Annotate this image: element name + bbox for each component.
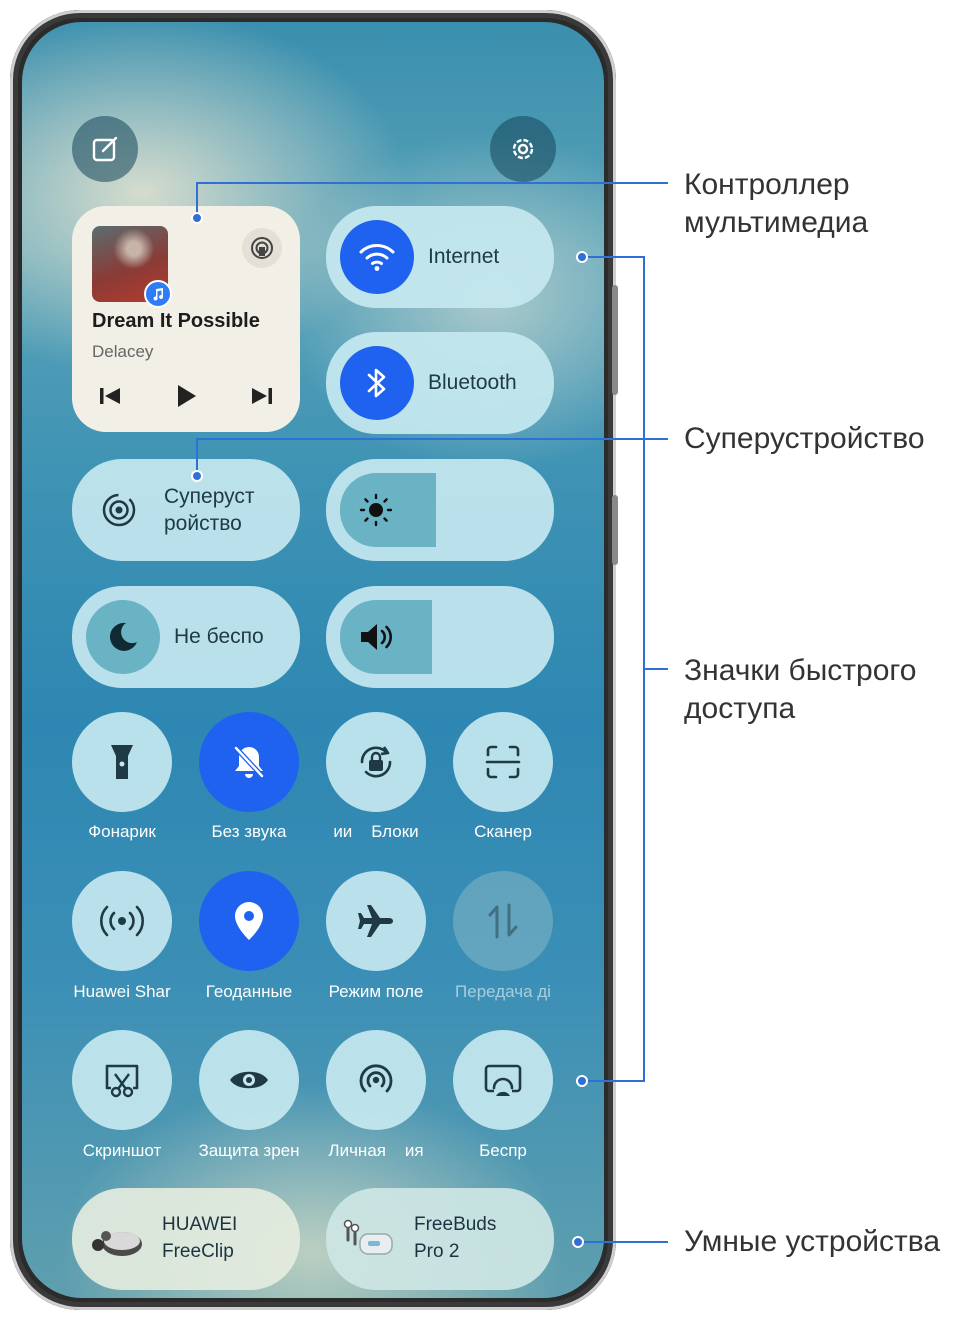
superdevice-card[interactable]: Суперуст ройство [72,459,300,561]
annotation-dot [191,212,203,224]
screenshot-icon [105,1064,139,1098]
gear-icon [512,138,534,160]
tile-label: Беспр [479,1141,527,1160]
annotation-media-controller: Контроллер мультимедиа [684,168,869,239]
sun-icon [358,492,394,533]
earbuds-case-icon [343,1219,393,1255]
play-button[interactable] [168,378,204,414]
hotspot-tile[interactable] [326,1030,426,1130]
cast-icon[interactable] [242,228,282,268]
huawei-share-tile[interactable] [72,871,172,971]
volume-slider[interactable] [326,586,554,688]
scanner-icon [485,745,521,779]
next-button[interactable] [244,378,280,414]
screenshot-tile[interactable] [72,1030,172,1130]
tile-label: Фонарик [88,822,156,841]
do-not-disturb-toggle[interactable]: Не беспо [72,586,300,688]
annotation-dot [191,470,203,482]
control-panel: Dream It Possible Delacey Internet Bluet… [22,22,604,1298]
tile-label: Геоданные [205,982,293,1001]
rotation-lock-icon [360,746,392,778]
tile-label: Huawei Shar [73,982,171,1001]
tile-label: Личная ия [328,1141,424,1160]
eye-comfort-tile[interactable] [199,1030,299,1130]
brightness-slider[interactable] [326,459,554,561]
superdevice-label: Суперуст ройство [164,485,255,535]
previous-button[interactable] [92,378,128,414]
tile-label: ии Блоки [333,822,419,841]
speaker-icon [358,620,396,659]
airplane-mode-tile[interactable] [326,871,426,971]
annotation-bracket [583,1080,645,1082]
flashlight-tile[interactable] [72,712,172,812]
tile-label: Режим поле [328,982,424,1001]
airplane-icon [358,905,393,937]
silent-tile[interactable] [199,712,299,812]
mobile-data-icon [488,903,518,939]
annotation-line [196,438,668,440]
location-icon [235,902,263,940]
edit-icon [92,136,118,162]
device-card-freeclip[interactable]: HUAWEI FreeClip [72,1188,300,1290]
tile-label: Скриншот [82,1141,162,1160]
annotation-line [196,182,668,184]
tile-label: Сканер [474,822,532,841]
annotation-dot [572,1236,584,1248]
scanner-tile[interactable] [453,712,553,812]
rotation-lock-tile[interactable] [326,712,426,812]
annotation-bracket [583,256,645,258]
play-icon [178,385,196,407]
annotation-dot [576,1075,588,1087]
annotation-line [645,668,668,670]
tile-label: Передача ді [455,982,551,1001]
device-card-freebuds[interactable]: FreeBuds Pro 2 [326,1188,554,1290]
dnd-label: Не беспо [174,625,264,648]
flashlight-icon [111,745,133,779]
superdevice-icon [96,487,142,533]
wifi-icon [340,220,414,294]
device-name: FreeBuds Pro 2 [414,1214,497,1262]
bluetooth-icon [340,346,414,420]
dnd-icon-circle [86,600,160,674]
location-tile[interactable] [199,871,299,971]
annotation-line [196,438,198,474]
bell-off-icon [234,746,264,778]
bluetooth-label: Bluetooth [428,371,517,394]
device-name: HUAWEI FreeClip [162,1214,238,1262]
previous-icon [100,388,120,404]
hotspot-icon [359,1064,393,1093]
internet-label: Internet [428,245,500,268]
eye-icon [230,1071,268,1089]
edit-button[interactable] [72,116,138,182]
volume-button [612,285,618,395]
song-artist: Delacey [92,342,154,361]
wireless-projection-tile[interactable] [453,1030,553,1130]
wireless-projection-icon [484,1064,522,1096]
power-button [612,495,618,565]
media-controller[interactable]: Dream It Possible Delacey [72,206,300,432]
next-icon [252,388,272,404]
song-title: Dream It Possible [92,310,260,332]
annotation-dot [576,251,588,263]
annotation-smart-devices: Умные устройства [684,1225,941,1258]
mobile-data-tile[interactable] [453,871,553,971]
moon-icon [109,622,137,651]
huawei-share-icon [100,905,144,937]
annotation-superdevice: Суперустройство [684,422,925,455]
bluetooth-toggle[interactable]: Bluetooth [326,332,554,434]
earbuds-case-icon [92,1231,142,1256]
annotation-shortcuts: Значки быстрого доступа [684,654,917,725]
tile-label: Без звука [211,822,287,841]
tile-label: Защита зрен [198,1141,300,1160]
annotation-line [580,1241,668,1243]
settings-button[interactable] [490,116,556,182]
internet-toggle[interactable]: Internet [326,206,554,308]
music-app-icon [144,280,172,308]
